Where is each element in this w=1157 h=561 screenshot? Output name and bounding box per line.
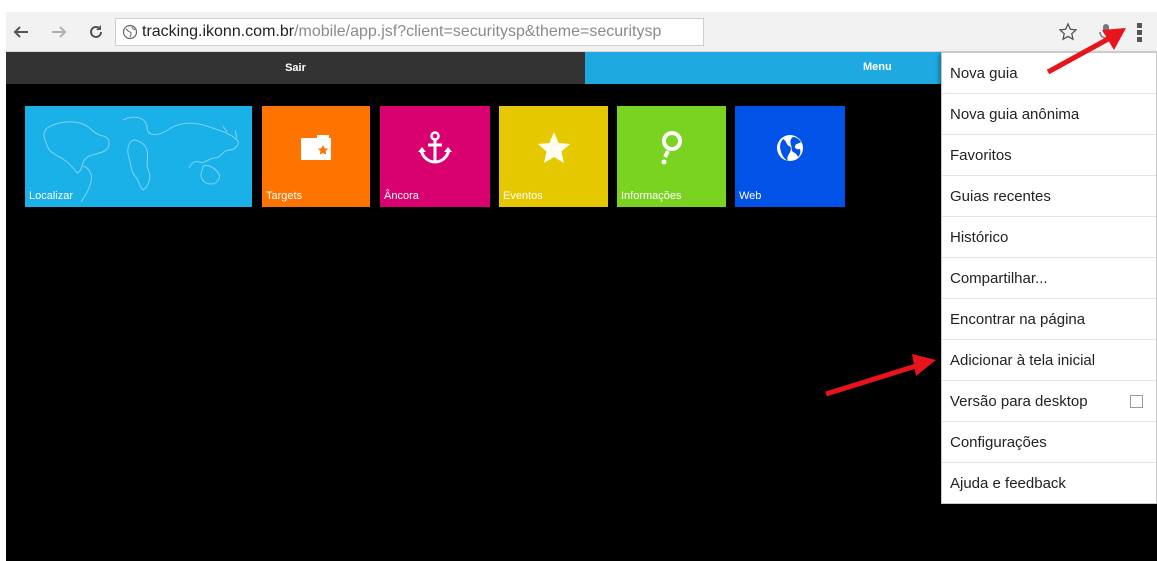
menu-item-encontrar-na-pagina[interactable]: Encontrar na página <box>942 299 1156 340</box>
menu-item-label: Configurações <box>950 433 1047 451</box>
browser-toolbar: tracking.ikonn.com.br /mobile/app.jsf?cl… <box>6 12 1157 52</box>
voice-search-button[interactable] <box>1094 20 1118 44</box>
anchor-icon <box>380 128 490 168</box>
reload-button[interactable] <box>84 20 108 44</box>
globe-icon <box>735 128 845 168</box>
menu-item-ajuda-feedback[interactable]: Ajuda e feedback <box>942 463 1156 504</box>
more-vertical-icon <box>1137 23 1142 42</box>
bookmark-star-button[interactable] <box>1056 20 1080 44</box>
menu-item-label: Nova guia <box>950 64 1018 82</box>
forward-arrow-icon <box>52 26 67 38</box>
menu-item-label: Favoritos <box>950 146 1012 164</box>
folder-star-icon <box>262 128 370 168</box>
menu-item-guias-recentes[interactable]: Guias recentes <box>942 176 1156 217</box>
menu-item-compartilhar[interactable]: Compartilhar... <box>942 258 1156 299</box>
microphone-icon <box>1099 24 1113 41</box>
star-icon <box>499 128 608 168</box>
overflow-menu-button[interactable] <box>1128 20 1152 44</box>
menu-item-nova-guia[interactable]: Nova guia <box>942 53 1156 94</box>
forward-button[interactable] <box>47 20 71 44</box>
menu-item-nova-guia-anonima[interactable]: Nova guia anônima <box>942 94 1156 135</box>
menu-item-label: Adicionar à tela inicial <box>950 351 1096 369</box>
tile-label: Localizar <box>29 190 74 202</box>
menu-item-label: Encontrar na página <box>950 310 1086 328</box>
menu-item-label: Versão para desktop <box>950 392 1088 410</box>
menu-item-configuracoes[interactable]: Configurações <box>942 422 1156 463</box>
url-host: tracking.ikonn.com.br <box>142 23 295 40</box>
menu-item-favoritos[interactable]: Favoritos <box>942 135 1156 176</box>
globe-icon <box>122 24 138 40</box>
top-strip <box>0 0 1157 12</box>
menu-item-label: Nova guia anônima <box>950 105 1080 123</box>
tile-localizar[interactable]: Localizar <box>25 106 252 207</box>
url-path: /mobile/app.jsf?client=securitysp&theme=… <box>294 23 662 40</box>
sair-label: Sair <box>285 62 306 74</box>
menu-item-versao-desktop[interactable]: Versão para desktop <box>942 381 1156 422</box>
tile-targets[interactable]: Targets <box>262 106 370 207</box>
tile-label: Targets <box>266 190 303 202</box>
back-button[interactable] <box>9 20 33 44</box>
star-outline-icon <box>1058 22 1078 41</box>
menu-label: Menu <box>863 61 892 73</box>
tile-informacoes[interactable]: Informações <box>617 106 726 207</box>
tile-ancora[interactable]: Âncora <box>380 106 490 207</box>
menu-item-adicionar-tela-inicial[interactable]: Adicionar à tela inicial <box>942 340 1156 381</box>
menu-item-label: Guias recentes <box>950 187 1051 205</box>
overflow-menu: Nova guia Nova guia anônima Favoritos Gu… <box>941 52 1157 504</box>
back-arrow-icon <box>13 26 28 38</box>
desktop-version-checkbox[interactable] <box>1130 395 1143 408</box>
menu-item-label: Compartilhar... <box>950 269 1048 287</box>
tile-label: Eventos <box>503 190 543 202</box>
menu-item-label: Ajuda e feedback <box>950 475 1066 492</box>
address-bar[interactable]: tracking.ikonn.com.br /mobile/app.jsf?cl… <box>115 18 704 46</box>
tile-web[interactable]: Web <box>735 106 845 207</box>
tile-label: Web <box>739 190 762 202</box>
menu-item-label: Histórico <box>950 228 1009 246</box>
tile-label: Âncora <box>384 190 419 202</box>
menu-item-historico[interactable]: Histórico <box>942 217 1156 258</box>
tile-eventos[interactable]: Eventos <box>499 106 608 207</box>
tile-label: Informações <box>621 190 682 202</box>
sair-button[interactable]: Sair <box>6 52 585 84</box>
info-balloon-icon <box>617 128 726 168</box>
reload-icon <box>90 25 102 38</box>
